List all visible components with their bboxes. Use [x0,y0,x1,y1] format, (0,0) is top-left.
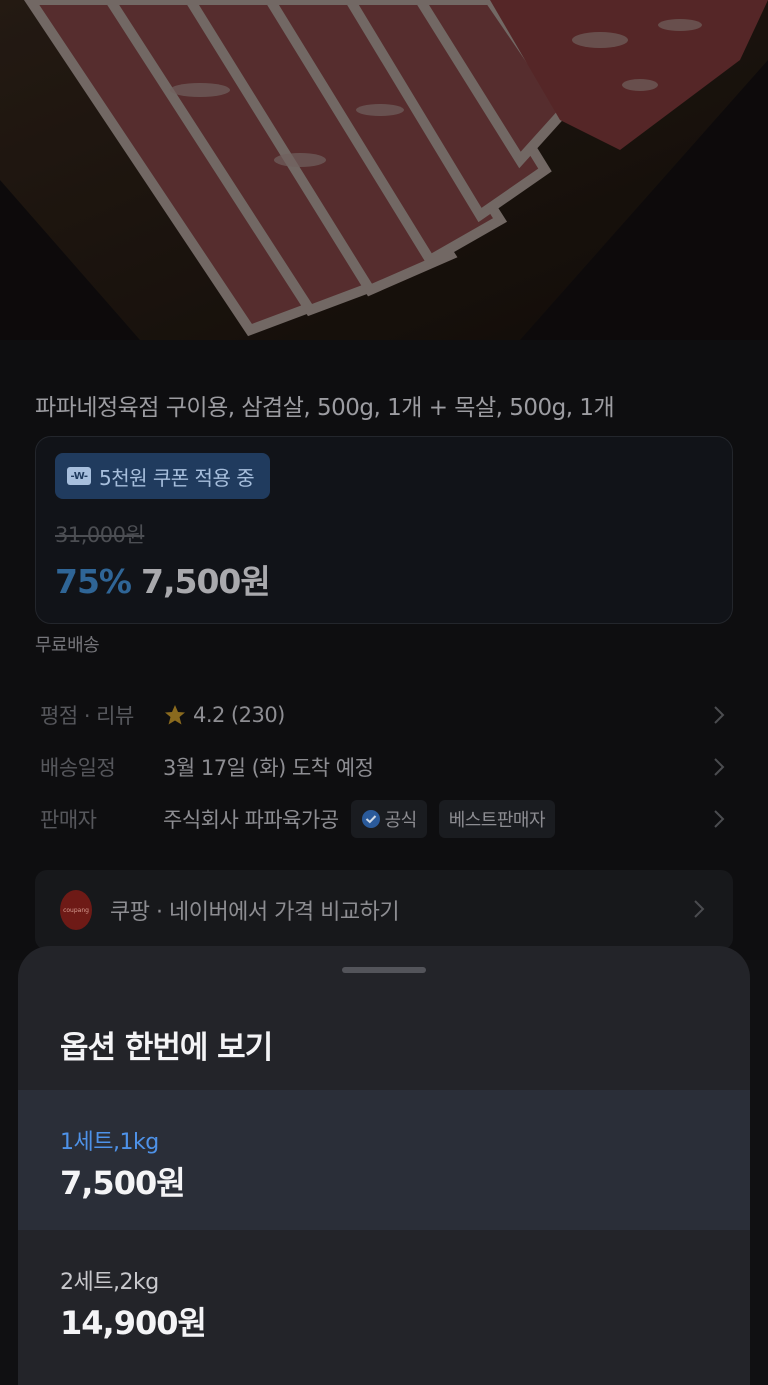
price-card: -W- 5천원 쿠폰 적용 중 31,000원 75% 7,500원 [35,436,733,624]
price-compare-button[interactable]: coupang 쿠팡 · 네이버에서 가격 비교하기 [35,870,733,950]
option-price: 7,500원 [60,1164,186,1202]
official-tag-label: 공식 [384,810,418,831]
star-icon [165,705,185,725]
option-name: 1세트,1kg [60,1130,159,1155]
meat-photo [0,0,768,340]
sheet-title: 옵션 한번에 보기 [60,1030,273,1066]
free-shipping-label: 무료배송 [35,635,100,656]
seller-name: 주식회사 파파육가공 [163,808,339,832]
delivery-row[interactable]: 배송일정 3월 17일 (화) 도착 예정 [40,747,730,787]
chevron-right-icon [714,758,725,776]
review-count: (230) [230,703,285,727]
sale-price: 7,500원 [141,562,271,601]
seller-label: 판매자 [40,808,97,832]
chevron-right-icon [714,810,725,828]
option-item-2set[interactable]: 2세트,2kg 14,900원 [18,1230,750,1370]
discount-rate: 75% [55,562,132,601]
best-seller-tag: 베스트판매자 [438,800,556,838]
coupang-logo: coupang [60,890,92,930]
rating-row[interactable]: 평점 · 리뷰 4.2 (230) [40,695,730,735]
delivery-label: 배송일정 [40,756,116,780]
rating-value: 4.2 (230) [163,703,285,727]
delivery-value: 3월 17일 (화) 도착 예정 [163,756,374,780]
product-title: 파파네정육점 구이용, 삼겹살, 500g, 1개 + 목살, 500g, 1개 [35,395,615,421]
rating-label: 평점 · 리뷰 [40,704,134,728]
product-info: 파파네정육점 구이용, 삼겹살, 500g, 1개 + 목살, 500g, 1개… [0,340,768,960]
seller-value: 주식회사 파파육가공 공식 베스트판매자 [163,800,556,838]
option-price: 14,900원 [60,1304,207,1342]
coupon-label: 5천원 쿠폰 적용 중 [99,465,255,490]
product-image[interactable] [0,0,768,340]
product-page: 파파네정육점 구이용, 삼겹살, 500g, 1개 + 목살, 500g, 1개… [0,0,768,1385]
seller-row[interactable]: 판매자 주식회사 파파육가공 공식 베스트판매자 [40,799,730,839]
price-compare-label: 쿠팡 · 네이버에서 가격 비교하기 [110,900,400,925]
chevron-right-icon [694,900,705,918]
option-name: 2세트,2kg [60,1270,159,1295]
chevron-right-icon [714,706,725,724]
options-bottom-sheet: 옵션 한번에 보기 1세트,1kg 7,500원 2세트,2kg 14,900원 [18,946,750,1385]
official-tag: 공식 [350,800,427,838]
coupon-badge[interactable]: -W- 5천원 쿠폰 적용 중 [55,453,271,499]
option-item-1set[interactable]: 1세트,1kg 7,500원 [18,1090,750,1230]
sheet-drag-handle[interactable] [342,967,426,973]
rating-score: 4.2 [193,703,225,727]
check-badge-icon [361,810,380,828]
sale-price-row: 75% 7,500원 [55,555,271,603]
original-price: 31,000원 [55,523,145,547]
ticket-icon: -W- [67,467,91,485]
